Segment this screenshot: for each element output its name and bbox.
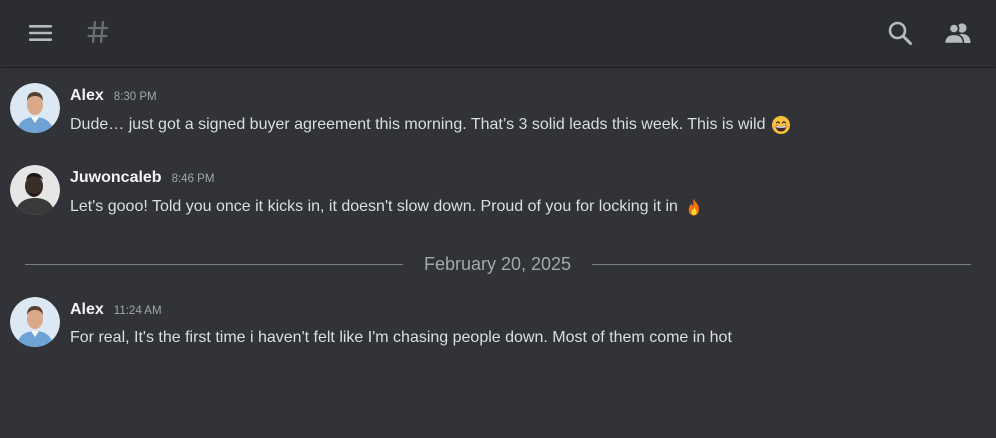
search-icon[interactable] — [885, 18, 915, 48]
members-icon[interactable] — [942, 18, 974, 48]
alex-avatar[interactable] — [10, 297, 60, 347]
divider-line — [25, 264, 403, 265]
channel-header — [0, 0, 996, 67]
message-list: Alex 8:30 PM Dude… just got a signed buy… — [0, 67, 996, 438]
divider-date: February 20, 2025 — [423, 254, 572, 274]
username[interactable]: Juwoncaleb — [70, 169, 162, 187]
date-divider: February 20, 2025 — [25, 251, 971, 279]
chat-app: Alex 8:30 PM Dude… just got a signed buy… — [0, 0, 996, 438]
hamburger-menu-icon[interactable] — [27, 19, 55, 47]
grinning-face-with-smiling-eyes-emoji — [771, 115, 791, 135]
message-content: Let's gooo! Told you once it kicks in, i… — [70, 197, 704, 217]
timestamp: 8:46 PM — [171, 173, 215, 185]
alex-avatar[interactable] — [10, 83, 60, 133]
message-content: Dude… just got a signed buyer agreement … — [70, 115, 791, 135]
message-text: Let's gooo! Told you once it kicks in, i… — [70, 198, 678, 215]
message-header: Alex 11:24 AM — [70, 301, 162, 319]
timestamp: 8:30 PM — [113, 91, 157, 103]
message-item[interactable]: Juwoncaleb 8:46 PM Let's gooo! Told you … — [0, 165, 996, 225]
message-item[interactable]: Alex 8:30 PM Dude… just got a signed buy… — [0, 83, 996, 143]
message-text: Dude… just got a signed buyer agreement … — [70, 116, 766, 133]
juwoncaleb-avatar[interactable] — [10, 165, 60, 215]
divider-line — [592, 264, 971, 265]
message-content: For real, It's the first time i haven't … — [70, 329, 732, 347]
username[interactable]: Alex — [70, 87, 104, 105]
username[interactable]: Alex — [70, 301, 104, 319]
message-header: Juwoncaleb 8:46 PM — [70, 169, 214, 187]
message-text: For real, It's the first time i haven't … — [70, 329, 732, 346]
hash-icon — [84, 18, 112, 46]
timestamp: 11:24 AM — [113, 305, 162, 317]
message-header: Alex 8:30 PM — [70, 87, 157, 105]
message-item[interactable]: Alex 11:24 AM For real, It's the first t… — [0, 297, 996, 357]
fire-emoji — [684, 197, 704, 217]
